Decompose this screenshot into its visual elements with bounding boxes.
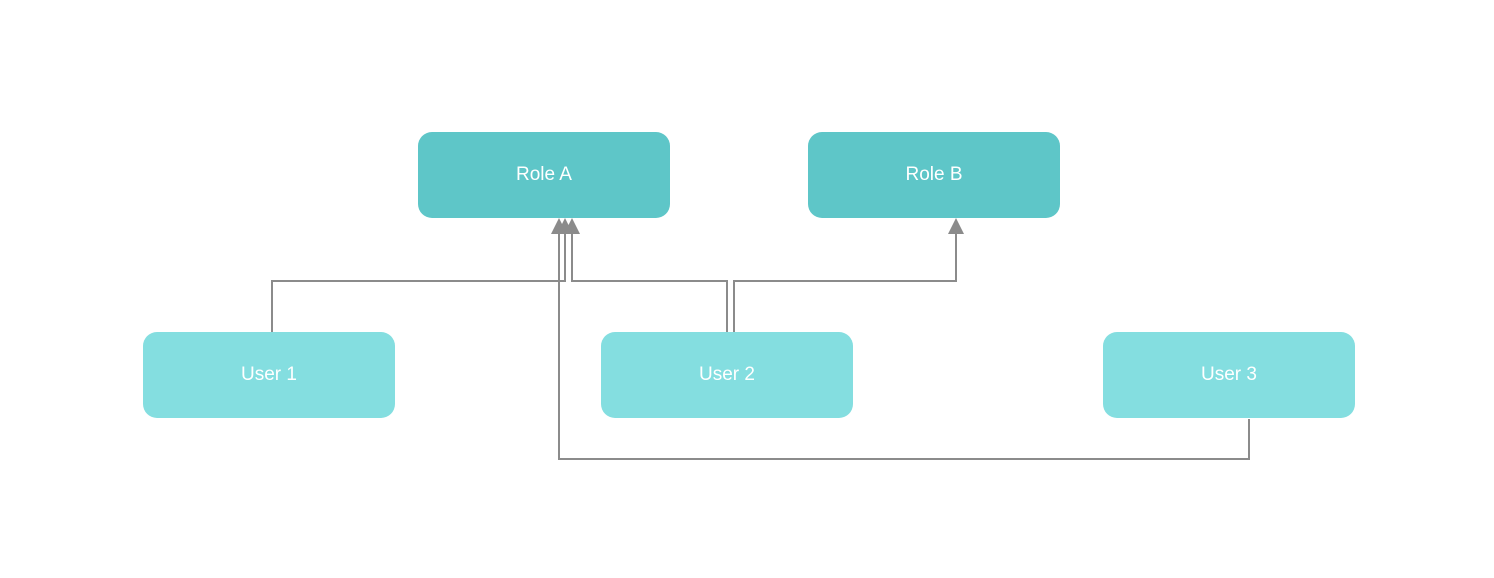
connector-lines [0, 0, 1494, 578]
node-user-1-label: User 1 [241, 364, 297, 386]
node-role-a-label: Role A [516, 164, 572, 186]
node-user-3: User 3 [1103, 332, 1355, 418]
node-user-2: User 2 [601, 332, 853, 418]
node-role-b-label: Role B [905, 164, 962, 186]
node-role-b: Role B [808, 132, 1060, 218]
node-user-2-label: User 2 [699, 364, 755, 386]
node-user-1: User 1 [143, 332, 395, 418]
node-role-a: Role A [418, 132, 670, 218]
node-user-3-label: User 3 [1201, 364, 1257, 386]
